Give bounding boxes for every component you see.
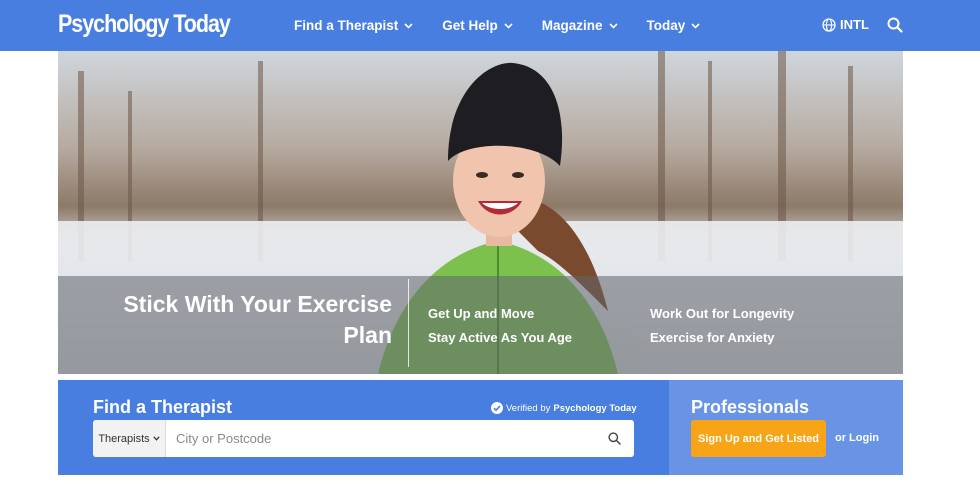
nav-get-help[interactable]: Get Help	[442, 18, 513, 33]
find-therapist-title: Find a Therapist	[93, 397, 233, 417]
category-select[interactable]: Therapists	[93, 420, 166, 457]
hero-link-stay-active[interactable]: Stay Active As You Age	[428, 330, 572, 345]
hero-link-work-out-longevity[interactable]: Work Out for Longevity	[650, 306, 794, 321]
search-icon	[887, 17, 903, 33]
login-link[interactable]: or Login	[835, 432, 879, 444]
location-input[interactable]	[166, 420, 594, 457]
chevron-down-icon	[608, 22, 618, 29]
therapist-search-box: Therapists	[93, 420, 634, 457]
chevron-down-icon	[404, 22, 413, 29]
nav-magazine[interactable]: Magazine	[542, 18, 618, 33]
hero-link-get-up-and-move[interactable]: Get Up and Move	[428, 306, 534, 321]
globe-icon	[822, 17, 836, 32]
category-select-value: Therapists	[98, 432, 150, 445]
hero-divider	[408, 279, 409, 367]
hero-banner[interactable]: Stick With Your Exercise Plan Get Up and…	[58, 51, 903, 374]
hero-link-exercise-anxiety[interactable]: Exercise for Anxiety	[650, 330, 775, 345]
header-search-button[interactable]	[887, 17, 903, 38]
nav-find-a-therapist[interactable]: Find a Therapist	[294, 18, 413, 33]
checkmark-circle-icon	[491, 402, 503, 414]
verified-brand: Psychology Today	[553, 402, 637, 414]
chevron-down-icon	[691, 22, 700, 29]
chevron-down-icon	[153, 436, 160, 441]
verified-prefix: Verified by	[506, 402, 551, 414]
nav-label: Get Help	[442, 18, 498, 33]
professionals-panel: Professionals Sign Up and Get Listed or …	[669, 380, 903, 475]
intl-label: INTL	[840, 17, 869, 32]
professionals-title: Professionals	[691, 397, 810, 417]
main-nav: Find a Therapist Get Help Magazine Today	[294, 0, 729, 51]
top-navigation: Psychology Today Find a Therapist Get He…	[0, 0, 980, 51]
site-logo[interactable]: Psychology Today	[58, 10, 231, 39]
intl-button[interactable]: INTL	[822, 17, 869, 32]
nav-label: Today	[646, 18, 686, 33]
search-icon	[607, 432, 621, 445]
nav-label: Magazine	[541, 18, 603, 33]
therapist-search-button[interactable]	[594, 420, 634, 457]
hero-title[interactable]: Stick With Your Exercise Plan	[98, 289, 392, 351]
signup-button[interactable]: Sign Up and Get Listed	[691, 420, 826, 457]
find-therapist-panel: Find a Therapist Verified by Psychology …	[58, 380, 669, 475]
verified-badge: Verified by Psychology Today	[491, 402, 637, 414]
chevron-down-icon	[504, 22, 513, 29]
nav-label: Find a Therapist	[294, 18, 399, 33]
nav-today[interactable]: Today	[647, 18, 701, 33]
